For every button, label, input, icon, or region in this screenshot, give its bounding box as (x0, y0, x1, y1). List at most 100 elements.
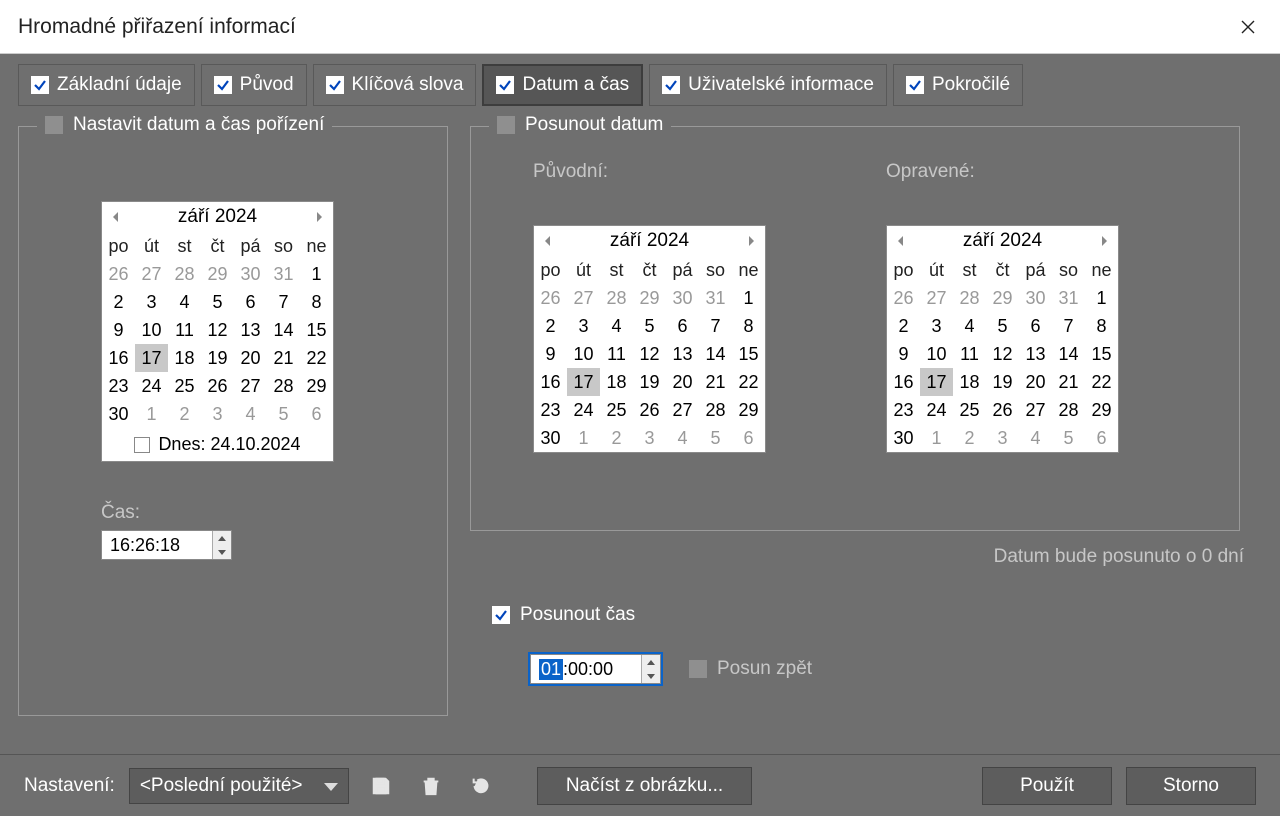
calendar-day[interactable]: 7 (1052, 312, 1085, 340)
calendar-day[interactable]: 1 (920, 424, 953, 452)
calendar-day[interactable]: 30 (102, 400, 135, 428)
cancel-button[interactable]: Storno (1126, 767, 1256, 805)
calendar-day[interactable]: 2 (534, 312, 567, 340)
calendar-day[interactable]: 8 (300, 288, 333, 316)
shift-time-value[interactable]: 01:00:00 (531, 655, 641, 683)
calendar-today-label[interactable]: Dnes: 24.10.2024 (158, 434, 300, 455)
calendar-day[interactable]: 5 (633, 312, 666, 340)
calendar-day[interactable]: 9 (102, 316, 135, 344)
calendar-day[interactable]: 15 (300, 316, 333, 344)
calendar-day[interactable]: 8 (1085, 312, 1118, 340)
calendar-day[interactable]: 7 (699, 312, 732, 340)
calendar-day[interactable]: 28 (168, 260, 201, 288)
calendar-day[interactable]: 4 (168, 288, 201, 316)
shift-time-checkbox[interactable] (492, 606, 510, 624)
calendar-day[interactable]: 26 (102, 260, 135, 288)
calendar-day[interactable]: 9 (887, 340, 920, 368)
calendar-day[interactable]: 29 (633, 284, 666, 312)
shift-back-checkbox-row[interactable]: Posun zpět (689, 658, 812, 680)
calendar-day[interactable]: 4 (234, 400, 267, 428)
calendar-day[interactable]: 12 (986, 340, 1019, 368)
calendar-day[interactable]: 13 (234, 316, 267, 344)
tab-0[interactable]: Základní údaje (18, 64, 195, 106)
calendar-day[interactable]: 27 (135, 260, 168, 288)
calendar-day[interactable]: 23 (534, 396, 567, 424)
calendar-day[interactable]: 13 (666, 340, 699, 368)
calendar-day[interactable]: 22 (300, 344, 333, 372)
calendar-day[interactable]: 1 (1085, 284, 1118, 312)
calendar-day[interactable]: 10 (135, 316, 168, 344)
calendar-day[interactable]: 16 (887, 368, 920, 396)
shift-back-checkbox[interactable] (689, 660, 707, 678)
calendar-day[interactable]: 23 (102, 372, 135, 400)
calendar-day[interactable]: 19 (633, 368, 666, 396)
calendar-day[interactable]: 20 (234, 344, 267, 372)
calendar-day[interactable]: 3 (135, 288, 168, 316)
calendar-day[interactable]: 1 (732, 284, 765, 312)
calendar-day[interactable]: 4 (1019, 424, 1052, 452)
calendar-day[interactable]: 28 (267, 372, 300, 400)
calendar-day[interactable]: 28 (699, 396, 732, 424)
calendar-day[interactable]: 6 (666, 312, 699, 340)
calendar-day[interactable]: 29 (201, 260, 234, 288)
calendar-day[interactable]: 2 (953, 424, 986, 452)
calendar-day[interactable]: 1 (135, 400, 168, 428)
shift-time-spinner-up[interactable] (642, 655, 660, 669)
calendar-day[interactable]: 30 (534, 424, 567, 452)
calendar-day[interactable]: 14 (1052, 340, 1085, 368)
calendar-day[interactable]: 16 (534, 368, 567, 396)
calendar-day[interactable]: 27 (1019, 396, 1052, 424)
calendar-day[interactable]: 23 (887, 396, 920, 424)
calendar-original[interactable]: září 2024poútstčtpásone26272829303112345… (533, 225, 766, 453)
calendar-month[interactable]: září 2024 (124, 206, 311, 228)
tab-2[interactable]: Klíčová slova (313, 64, 477, 106)
calendar-day[interactable]: 27 (234, 372, 267, 400)
calendar-day[interactable]: 27 (920, 284, 953, 312)
calendar-day[interactable]: 1 (300, 260, 333, 288)
calendar-day[interactable]: 5 (267, 400, 300, 428)
calendar-day[interactable]: 22 (1085, 368, 1118, 396)
calendar-day[interactable]: 12 (633, 340, 666, 368)
calendar-day[interactable]: 13 (1019, 340, 1052, 368)
calendar-day[interactable]: 11 (600, 340, 633, 368)
calendar-day[interactable]: 3 (567, 312, 600, 340)
calendar-day[interactable]: 28 (1052, 396, 1085, 424)
calendar-day[interactable]: 3 (633, 424, 666, 452)
calendar-day[interactable]: 25 (953, 396, 986, 424)
calendar-day[interactable]: 2 (600, 424, 633, 452)
calendar-day[interactable]: 3 (986, 424, 1019, 452)
calendar-day[interactable]: 25 (600, 396, 633, 424)
calendar-day[interactable]: 29 (1085, 396, 1118, 424)
calendar-day[interactable]: 30 (234, 260, 267, 288)
calendar-day[interactable]: 31 (699, 284, 732, 312)
calendar-day[interactable]: 12 (201, 316, 234, 344)
calendar-day[interactable]: 3 (920, 312, 953, 340)
reset-button[interactable] (463, 768, 499, 804)
calendar-day[interactable]: 24 (135, 372, 168, 400)
shift-time-checkbox-row[interactable]: Posunout čas (492, 604, 635, 626)
calendar-day[interactable]: 6 (1019, 312, 1052, 340)
calendar-day[interactable]: 16 (102, 344, 135, 372)
calendar-next-icon[interactable] (311, 209, 327, 225)
calendar-day[interactable]: 2 (168, 400, 201, 428)
calendar-day[interactable]: 26 (534, 284, 567, 312)
calendar-day[interactable]: 6 (300, 400, 333, 428)
calendar-day[interactable]: 15 (732, 340, 765, 368)
calendar-prev-icon[interactable] (108, 209, 124, 225)
calendar-set-date[interactable]: září 2024poútstčtpásone26272829303112345… (101, 201, 334, 462)
calendar-next-icon[interactable] (1096, 233, 1112, 249)
calendar-day[interactable]: 4 (666, 424, 699, 452)
calendar-day[interactable]: 3 (201, 400, 234, 428)
set-datetime-checkbox[interactable] (45, 116, 63, 134)
calendar-day[interactable]: 11 (168, 316, 201, 344)
calendar-day[interactable]: 26 (633, 396, 666, 424)
calendar-day[interactable]: 21 (267, 344, 300, 372)
calendar-day[interactable]: 20 (666, 368, 699, 396)
calendar-day[interactable]: 24 (920, 396, 953, 424)
calendar-day[interactable]: 19 (201, 344, 234, 372)
time-spinner[interactable]: 16:26:18 (101, 530, 232, 560)
calendar-day[interactable]: 11 (953, 340, 986, 368)
calendar-day[interactable]: 5 (986, 312, 1019, 340)
calendar-day[interactable]: 30 (1019, 284, 1052, 312)
tab-3[interactable]: Datum a čas (482, 64, 643, 106)
